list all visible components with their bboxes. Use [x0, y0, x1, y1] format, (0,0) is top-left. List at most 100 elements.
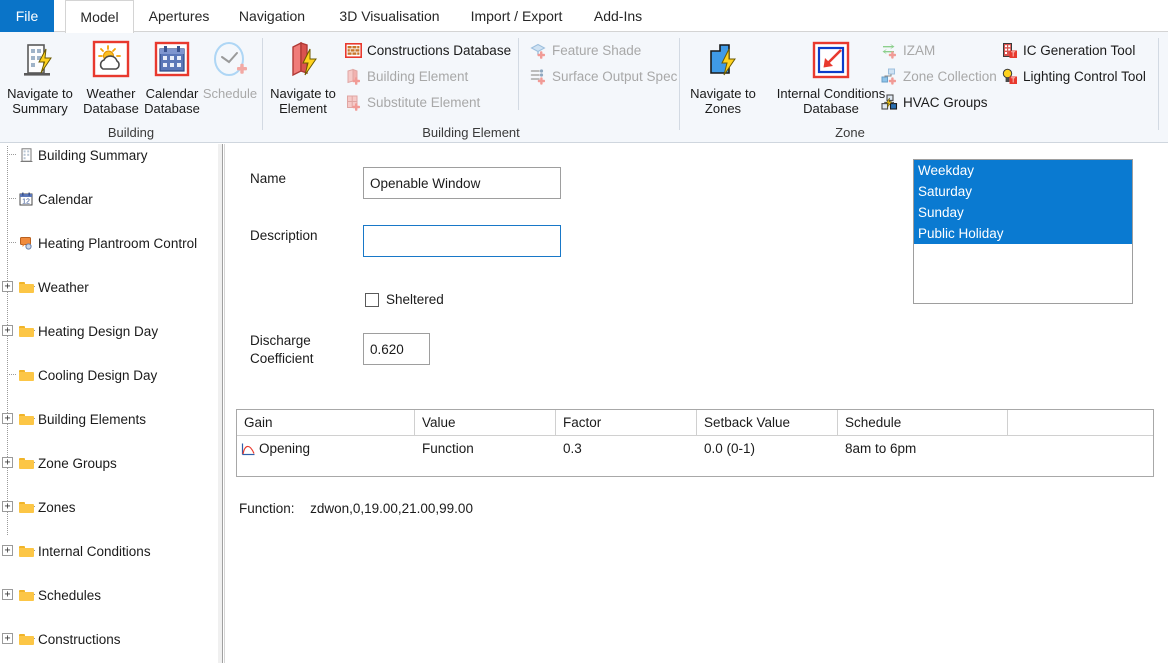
folder-icon: [18, 367, 34, 383]
brick-wall-icon: [344, 41, 362, 59]
izam-label: IZAM: [903, 42, 936, 58]
day-types-list[interactable]: Weekday Saturday Sunday Public Holiday: [913, 159, 1133, 304]
tree-item-label: Zones: [38, 499, 76, 515]
feature-shade-button[interactable]: Feature Shade: [529, 38, 641, 62]
ribbon-group-zone: Navigate to Zones Internal Conditions Da…: [680, 32, 1158, 143]
tab-navigation[interactable]: Navigation: [225, 0, 319, 32]
internal-conditions-database-button[interactable]: Internal Conditions Database: [770, 36, 892, 132]
cell-gain[interactable]: Opening: [237, 437, 415, 461]
cell-factor[interactable]: 0.3: [556, 437, 697, 461]
folder-icon: [18, 323, 34, 339]
constructions-database-button[interactable]: Constructions Database: [344, 38, 511, 62]
cell-setback-value[interactable]: 0.0 (0-1): [697, 437, 838, 461]
tree-expander[interactable]: +: [2, 545, 13, 556]
substitute-element-plus-icon: [344, 93, 362, 111]
building-element-label: Building Element: [367, 68, 469, 84]
gains-grid[interactable]: Gain Value Factor Setback Value Schedule…: [236, 409, 1154, 477]
tree-expander[interactable]: +: [2, 281, 13, 292]
tree-item-building-elements[interactable]: + Building Elements: [0, 408, 218, 430]
tab-import-export[interactable]: Import / Export: [458, 0, 575, 32]
tree-item-zone-groups[interactable]: + Zone Groups: [0, 452, 218, 474]
description-input[interactable]: [363, 225, 561, 257]
day-list-item[interactable]: Public Holiday: [914, 223, 1132, 244]
function-line: Function: zdwon,0,19.00,21.00,99.00: [239, 501, 473, 516]
surface-output-spec-button[interactable]: Surface Output Spec: [529, 64, 677, 88]
tree-item-label: Building Summary: [38, 147, 148, 163]
folder-icon: [18, 587, 34, 603]
tab-add-ins[interactable]: Add-Ins: [580, 0, 656, 32]
name-label: Name: [250, 171, 287, 186]
sheltered-checkbox[interactable]: [365, 292, 379, 307]
tree-item-label: Cooling Design Day: [38, 367, 158, 383]
tree-item-label: Constructions: [38, 631, 121, 647]
column-header-factor[interactable]: Factor: [556, 410, 697, 435]
tree-item-cooling-design-day[interactable]: Cooling Design Day: [0, 364, 218, 386]
tree-item-zones[interactable]: + Zones: [0, 496, 218, 518]
plantroom-icon: [18, 235, 34, 251]
schedule-label: Schedule: [202, 86, 258, 101]
ribbon-tab-bar: File Model Apertures Navigation 3D Visua…: [0, 0, 1168, 33]
sidebar-splitter[interactable]: [218, 144, 223, 663]
day-list-item[interactable]: Sunday: [914, 202, 1132, 223]
tab-3d-visualisation[interactable]: 3D Visualisation: [325, 0, 454, 32]
tree-expander[interactable]: +: [2, 501, 13, 512]
column-header-gain[interactable]: Gain: [237, 410, 415, 435]
column-header-schedule[interactable]: Schedule: [838, 410, 1008, 435]
schedule-button[interactable]: Schedule: [192, 36, 268, 132]
zone-lightning-icon: [702, 36, 744, 84]
tree-item-heating-plantroom-control[interactable]: Heating Plantroom Control: [0, 232, 218, 254]
column-header-value[interactable]: Value: [415, 410, 556, 435]
cell-value[interactable]: Function: [415, 437, 556, 461]
tree-item-building-summary[interactable]: Building Summary: [0, 144, 218, 166]
cell-schedule[interactable]: 8am to 6pm: [838, 437, 1008, 461]
discharge-coefficient-input[interactable]: 0.620: [363, 333, 430, 365]
lighting-control-tool-button[interactable]: T Lighting Control Tool: [1000, 64, 1146, 88]
ribbon-group-building: Navigate to Summary Weather Database Cal…: [0, 32, 262, 143]
tree-expander[interactable]: +: [2, 457, 13, 468]
folder-icon: [18, 411, 34, 427]
tab-model[interactable]: Model: [65, 0, 134, 33]
checkbox-arrow-icon: [810, 36, 852, 84]
function-label: Function:: [239, 501, 295, 516]
tree-item-internal-conditions[interactable]: + Internal Conditions: [0, 540, 218, 562]
tab-file[interactable]: File: [0, 0, 54, 32]
zone-collection-icon: [880, 67, 898, 85]
building-element-button[interactable]: Building Element: [344, 64, 468, 88]
column-header-setback-value[interactable]: Setback Value: [697, 410, 838, 435]
tree-expander[interactable]: +: [2, 325, 13, 336]
day-list-item[interactable]: Saturday: [914, 181, 1132, 202]
tree-expander[interactable]: +: [2, 589, 13, 600]
model-tree[interactable]: Building Summary 12 Calendar Heating Pla…: [0, 144, 218, 663]
name-input[interactable]: Openable Window: [363, 167, 561, 199]
hvac-groups-button[interactable]: HVAC Groups: [880, 90, 988, 114]
ribbon-inner-separator: [518, 38, 519, 110]
zone-collection-button[interactable]: Zone Collection: [880, 64, 997, 88]
tree-item-calendar[interactable]: 12 Calendar: [0, 188, 218, 210]
discharge-coefficient-label-line2: Coefficient: [250, 351, 314, 366]
tree-item-label: Heating Plantroom Control: [38, 235, 198, 251]
tree-expander[interactable]: +: [2, 633, 13, 644]
tree-item-label: Building Elements: [38, 411, 147, 427]
tree-item-schedules[interactable]: + Schedules: [0, 584, 218, 606]
substitute-element-label: Substitute Element: [367, 94, 481, 110]
tree-expander[interactable]: +: [2, 413, 13, 424]
ribbon-group-building-title: Building: [107, 125, 155, 140]
navigate-to-element-label: Navigate to Element: [270, 86, 336, 116]
navigate-to-summary-button[interactable]: Navigate to Summary: [2, 36, 78, 132]
substitute-element-button[interactable]: Substitute Element: [344, 90, 480, 114]
navigate-to-element-button[interactable]: Navigate to Element: [265, 36, 341, 132]
wall-lightning-icon: [282, 36, 324, 84]
folder-icon: [18, 455, 34, 471]
ic-generation-tool-button[interactable]: T IC Generation Tool: [1000, 38, 1135, 62]
column-header-extra[interactable]: [1008, 410, 1153, 435]
tree-item-label: Calendar: [38, 191, 93, 207]
tree-item-heating-design-day[interactable]: + Heating Design Day: [0, 320, 218, 342]
tree-item-weather[interactable]: + Weather: [0, 276, 218, 298]
surface-output-spec-icon: [529, 67, 547, 85]
izam-button[interactable]: IZAM: [880, 38, 935, 62]
tab-apertures[interactable]: Apertures: [138, 0, 220, 32]
navigate-to-zones-button[interactable]: Navigate to Zones: [685, 36, 761, 132]
day-list-item[interactable]: Weekday: [914, 160, 1132, 181]
sheltered-checkbox-row[interactable]: Sheltered: [365, 292, 444, 307]
tree-item-constructions[interactable]: + Constructions: [0, 628, 218, 650]
